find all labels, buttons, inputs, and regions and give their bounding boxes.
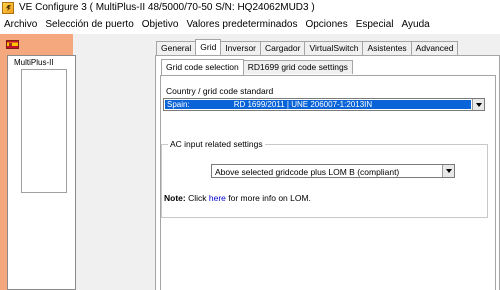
ac-input-select-value: Above selected gridcode plus LOM B (comp… bbox=[215, 167, 400, 177]
menu-especial[interactable]: Especial bbox=[352, 19, 398, 30]
note-text-after: for more info on LOM. bbox=[225, 193, 311, 203]
chevron-down-icon[interactable] bbox=[442, 165, 454, 177]
main-tabs: General Grid Inversor Cargador VirtualSw… bbox=[156, 39, 459, 55]
lom-info-link[interactable]: here bbox=[209, 193, 226, 203]
left-panel-strip bbox=[73, 34, 150, 290]
standard-value: RD 1699/2011 | UNE 206007-1:2013IN bbox=[233, 100, 373, 109]
spain-flag-icon[interactable] bbox=[6, 40, 19, 49]
device-box[interactable]: MultiPlus-II bbox=[7, 55, 76, 290]
country-grid-code-select[interactable]: Spain: RD 1699/2011 | UNE 206007-1:2013IN bbox=[163, 98, 485, 111]
device-label: MultiPlus-II bbox=[14, 58, 54, 67]
country-value: Spain: bbox=[167, 100, 190, 109]
menu-seleccion-de-puerto[interactable]: Selección de puerto bbox=[41, 19, 137, 30]
tab-asistentes[interactable]: Asistentes bbox=[362, 41, 412, 55]
country-grid-code-label: Country / grid code standard bbox=[166, 86, 274, 96]
ac-input-group bbox=[161, 144, 488, 218]
tab-inversor[interactable]: Inversor bbox=[220, 41, 262, 55]
subtab-rd1699-settings[interactable]: RD1699 grid code settings bbox=[242, 60, 353, 74]
note-prefix: Note: bbox=[164, 193, 186, 203]
menu-opciones[interactable]: Opciones bbox=[301, 19, 351, 30]
menu-objetivo[interactable]: Objetivo bbox=[138, 19, 183, 30]
tab-cargador[interactable]: Cargador bbox=[260, 41, 306, 55]
chevron-down-icon[interactable] bbox=[472, 99, 484, 110]
app-icon bbox=[2, 2, 14, 14]
menu-archivo[interactable]: Archivo bbox=[0, 19, 41, 30]
ac-input-select[interactable]: Above selected gridcode plus LOM B (comp… bbox=[211, 164, 455, 178]
tab-general[interactable]: General bbox=[156, 41, 197, 55]
menu-valores-predeterminados[interactable]: Valores predeterminados bbox=[182, 19, 301, 30]
window-title: VE Configure 3 ( MultiPlus-II 48/5000/70… bbox=[19, 2, 315, 13]
country-grid-code-value: Spain: RD 1699/2011 | UNE 206007-1:2013IN bbox=[165, 100, 471, 109]
menu-bar: Archivo Selección de puerto Objetivo Val… bbox=[0, 16, 500, 33]
menu-ayuda[interactable]: Ayuda bbox=[398, 19, 434, 30]
grid-subtabs: Grid code selection RD1699 grid code set… bbox=[161, 59, 353, 75]
tab-advanced[interactable]: Advanced bbox=[410, 41, 459, 55]
title-bar: VE Configure 3 ( MultiPlus-II 48/5000/70… bbox=[0, 0, 500, 16]
ac-input-group-label: AC input related settings bbox=[168, 139, 265, 149]
subtab-grid-code-selection[interactable]: Grid code selection bbox=[161, 59, 244, 75]
tab-virtualswitch[interactable]: VirtualSwitch bbox=[304, 41, 364, 55]
device-image-frame bbox=[21, 69, 67, 193]
tab-grid[interactable]: Grid bbox=[195, 39, 222, 55]
lom-note: Note: Click here for more info on LOM. bbox=[164, 193, 311, 203]
note-text-before: Click bbox=[185, 193, 209, 203]
